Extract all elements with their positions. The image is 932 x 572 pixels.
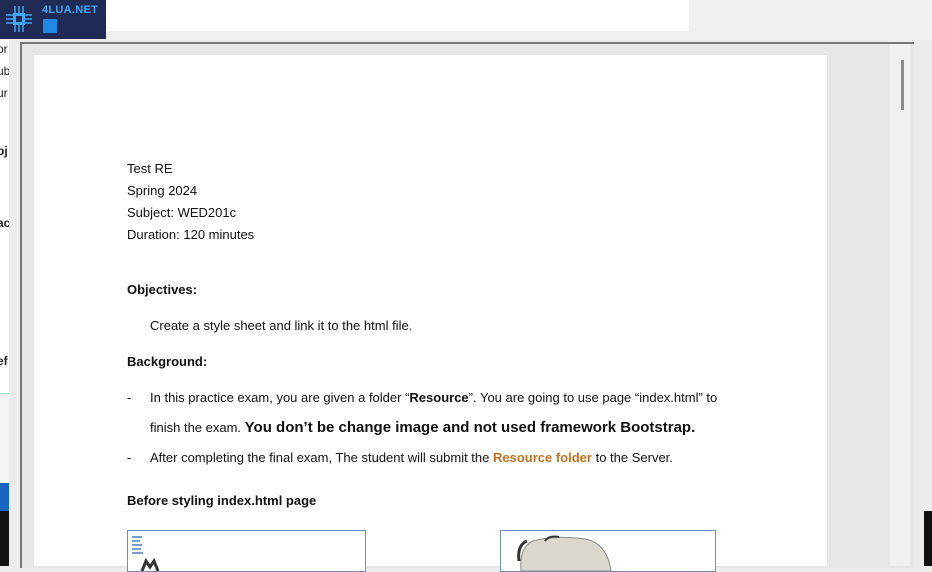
bag-image-icon	[517, 535, 612, 571]
right-edge-dark-area	[924, 511, 932, 566]
bullet-1-line-2-text: finish the exam.	[150, 420, 245, 435]
address-bar[interactable]	[106, 0, 689, 31]
butterfly-icon	[140, 557, 160, 571]
mini-nav-line	[132, 536, 142, 538]
fragment-text: bj	[0, 144, 8, 158]
logo-text: 4LUA.NET	[42, 4, 99, 16]
background-heading: Background:	[127, 354, 208, 369]
bullet-1-text: In this practice exam, you are given a f…	[150, 390, 410, 405]
exam-header: Test RE Spring 2024 Subject: WED201c Dur…	[127, 158, 254, 246]
mini-nav-line	[132, 544, 142, 546]
before-styling-heading: Before styling index.html page	[127, 493, 317, 508]
mini-nav-line	[132, 540, 140, 542]
bullet-marker: -	[127, 450, 132, 465]
bullet-2-text-cont: to the Server.	[591, 450, 673, 465]
bullet-marker: -	[127, 390, 132, 405]
fragment-text: ur	[0, 86, 8, 100]
exam-duration: Duration: 120 minutes	[127, 227, 255, 242]
fragment-text: ub	[0, 64, 9, 78]
exam-title: Test RE	[127, 161, 173, 176]
fragment-text: or	[0, 42, 8, 56]
bootstrap-warning: You don’t be change image and not used f…	[244, 419, 696, 436]
document-page: Test RE Spring 2024 Subject: WED201c Dur…	[34, 55, 827, 572]
resource-folder-name: Resource	[409, 390, 469, 405]
bullet-1-text-cont: ”. You are going to use page “index.html…	[468, 390, 718, 405]
objectives-text: Create a style sheet and link it to the …	[150, 318, 413, 333]
scrollbar-thumb[interactable]	[901, 60, 904, 110]
fragment-text: ac	[0, 216, 9, 230]
fragment-image	[0, 393, 9, 484]
bullet-2: After completing the final exam, The stu…	[150, 450, 673, 465]
site-logo[interactable]: 4LUA.NET	[0, 0, 106, 39]
mini-nav-line	[132, 548, 141, 550]
objectives-heading: Objectives:	[127, 282, 198, 297]
circuit-chip-icon	[6, 6, 32, 32]
browser-top-bar: 4LUA.NET	[0, 0, 932, 40]
logo-badge	[43, 19, 57, 33]
fragment-banner	[0, 483, 9, 511]
bullet-2-text: After completing the final exam, The stu…	[150, 450, 493, 465]
resource-folder-highlight: Resource folder	[492, 450, 592, 465]
fragment-text: ef	[0, 354, 8, 368]
fragment-dark-area	[0, 511, 9, 566]
mini-nav-line	[132, 552, 143, 554]
bullet-1-line-2: finish the exam. You don’t be change ima…	[150, 419, 695, 436]
exam-term: Spring 2024	[127, 183, 198, 198]
background-page-fragment: or ub ur bj ac ef	[0, 40, 9, 566]
bullet-1-line-1: In this practice exam, you are given a f…	[150, 390, 717, 405]
vertical-scrollbar[interactable]	[890, 44, 910, 566]
exam-subject: Subject: WED201c	[127, 205, 237, 220]
